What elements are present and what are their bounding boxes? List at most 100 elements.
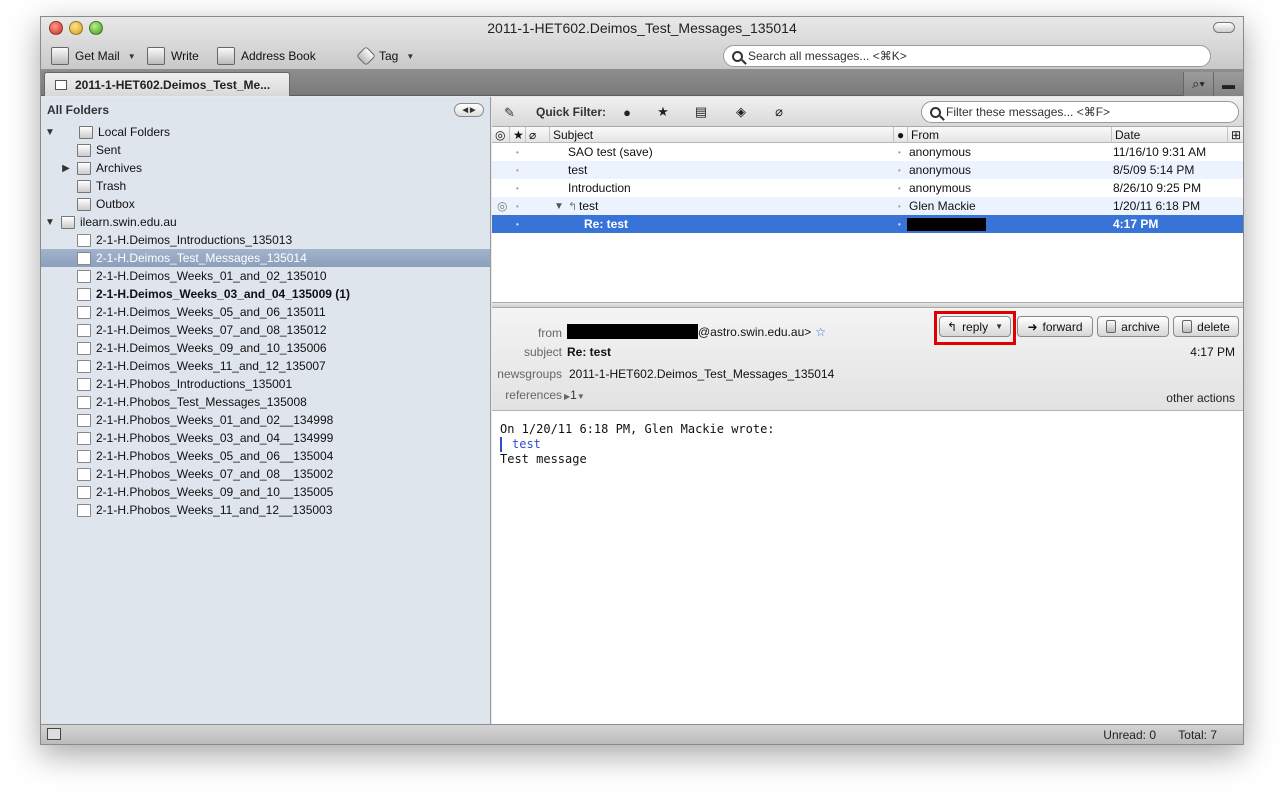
tab-search-icon[interactable]: ⌕▾ <box>1183 72 1213 96</box>
newsgroup-item[interactable]: 2-1-H.Phobos_Weeks_05_and_06__135004 <box>41 447 490 465</box>
filter-attachment-icon[interactable]: ⌀ <box>770 103 788 121</box>
attachment-column-icon[interactable]: ⌀ <box>526 127 550 143</box>
read-toggle-icon[interactable]: • <box>898 215 901 233</box>
star-contact-icon[interactable]: ☆ <box>815 325 826 339</box>
message-sender: anonymous <box>909 181 972 195</box>
tag-label: Tag <box>379 49 399 63</box>
folder-label: 2-1-H.Phobos_Weeks_01_and_02__134998 <box>96 413 334 427</box>
folder-outbox[interactable]: Outbox <box>41 195 490 213</box>
read-column-icon[interactable]: ● <box>894 127 908 143</box>
get-mail-dropdown-icon[interactable]: ▼ <box>128 52 136 61</box>
thread-column-icon[interactable]: ◎ <box>492 127 510 143</box>
write-button[interactable]: Write <box>147 45 199 67</box>
star-toggle-icon[interactable]: • <box>516 143 519 161</box>
filter-contact-icon[interactable]: ▤ <box>692 103 710 121</box>
folder-newsgroup-server[interactable]: ▼ ilearn.swin.edu.au <box>41 213 490 231</box>
other-actions-button[interactable]: other actions <box>1166 391 1235 405</box>
star-column-icon[interactable]: ★ <box>510 127 526 143</box>
message-row[interactable]: • SAO test (save) • anonymous 11/16/10 9… <box>492 143 1243 161</box>
references-toggle[interactable]: ▶1▼ <box>564 388 585 402</box>
folder-local-folders[interactable]: ▼ Local Folders <box>41 123 490 141</box>
archive-button[interactable]: archive <box>1097 316 1169 337</box>
disclosure-closed-icon[interactable]: ▶ <box>61 163 71 174</box>
message-sender: anonymous <box>909 145 972 159</box>
thread-twisty-icon[interactable]: ▼ <box>554 197 564 215</box>
from-column-header[interactable]: From <box>908 127 1112 143</box>
newsgroup-item[interactable]: 2-1-H.Deimos_Introductions_135013 <box>41 231 490 249</box>
from-field[interactable]: @astro.swin.edu.au> ☆ <box>567 324 826 339</box>
newsgroup-item[interactable]: 2-1-H.Phobos_Weeks_07_and_08__135002 <box>41 465 490 483</box>
quick-filter-label: Quick Filter: <box>536 105 607 119</box>
get-mail-button[interactable]: Get Mail ▼ <box>51 45 136 67</box>
global-search-placeholder: Search all messages... <⌘K> <box>748 49 907 63</box>
references-dropdown-icon[interactable]: ▼ <box>577 392 585 401</box>
star-toggle-icon[interactable]: • <box>516 161 519 179</box>
online-status-icon[interactable] <box>47 728 61 740</box>
newsgroup-item[interactable]: 2-1-H.Deimos_Weeks_07_and_08_135012 <box>41 321 490 339</box>
read-toggle-icon[interactable]: • <box>898 161 901 179</box>
pin-icon[interactable]: ✎ <box>504 105 515 121</box>
total-count: Total: 7 <box>1178 728 1217 742</box>
body-text: Test message <box>500 452 587 466</box>
filter-messages-input[interactable]: Filter these messages... <⌘F> <box>921 101 1239 123</box>
folder-trash[interactable]: Trash <box>41 177 490 195</box>
toolbar-toggle-button[interactable] <box>1213 22 1235 33</box>
newsgroup-icon <box>77 359 91 373</box>
tab-label: 2011-1-HET602.Deimos_Test_Me... <box>75 77 271 92</box>
star-toggle-icon[interactable]: • <box>516 215 519 233</box>
star-toggle-icon[interactable]: • <box>516 197 519 215</box>
folder-tab-icon <box>55 79 67 90</box>
message-row-selected[interactable]: • Re: test • 4:17 PM <box>492 215 1243 233</box>
tab-list-icon[interactable]: ▬ <box>1213 72 1243 96</box>
subject-column-header[interactable]: Subject <box>550 127 894 143</box>
from-label: from <box>538 326 562 340</box>
newsgroup-icon <box>77 287 91 301</box>
newsgroup-item[interactable]: 2-1-H.Phobos_Weeks_11_and_12__135003 <box>41 501 490 519</box>
folder-view-toggle[interactable]: ◀ ▶ <box>454 103 484 117</box>
disclosure-open-icon[interactable]: ▼ <box>45 127 55 138</box>
message-row[interactable]: • test • anonymous 8/5/09 5:14 PM <box>492 161 1243 179</box>
tab-folder[interactable]: 2011-1-HET602.Deimos_Test_Me... <box>44 72 290 96</box>
delete-button[interactable]: delete <box>1173 316 1239 337</box>
read-toggle-icon[interactable]: • <box>898 143 901 161</box>
newsgroup-item[interactable]: 2-1-H.Deimos_Weeks_11_and_12_135007 <box>41 357 490 375</box>
filter-starred-icon[interactable]: ★ <box>654 103 672 121</box>
references-label: references <box>505 388 562 402</box>
get-mail-icon <box>51 47 69 65</box>
disclosure-open-icon[interactable]: ▼ <box>45 217 55 228</box>
newsgroup-item[interactable]: 2-1-H.Phobos_Weeks_01_and_02__134998 <box>41 411 490 429</box>
newsgroup-item[interactable]: 2-1-H.Phobos_Weeks_03_and_04__134999 <box>41 429 490 447</box>
message-sender: Glen Mackie <box>909 199 976 213</box>
quick-filter-bar: ✎ Quick Filter: ● ★ ▤ ◈ ⌀ Filter these m… <box>492 97 1243 127</box>
address-book-button[interactable]: Address Book <box>217 45 316 67</box>
filter-unread-icon[interactable]: ● <box>618 103 636 121</box>
newsgroup-item-unread[interactable]: 2-1-H.Deimos_Weeks_03_and_04_135009 (1) <box>41 285 490 303</box>
global-search-input[interactable]: Search all messages... <⌘K> <box>723 45 1211 67</box>
column-picker-icon[interactable]: ⊞ <box>1228 127 1243 143</box>
newsgroup-item[interactable]: 2-1-H.Phobos_Test_Messages_135008 <box>41 393 490 411</box>
newsgroup-item-selected[interactable]: 2-1-H.Deimos_Test_Messages_135014 <box>41 249 490 267</box>
folder-label: 2-1-H.Deimos_Introductions_135013 <box>96 233 293 247</box>
search-icon <box>732 50 743 62</box>
message-row-thread[interactable]: ◎ • ▼ ↰ test • Glen Mackie 1/20/11 6:18 … <box>492 197 1243 215</box>
newsgroup-item[interactable]: 2-1-H.Phobos_Introductions_135001 <box>41 375 490 393</box>
folder-sent[interactable]: Sent <box>41 141 490 159</box>
tag-button[interactable]: Tag ▼ <box>356 45 414 67</box>
newsgroup-item[interactable]: 2-1-H.Deimos_Weeks_05_and_06_135011 <box>41 303 490 321</box>
titlebar: 2011-1-HET602.Deimos_Test_Messages_13501… <box>41 17 1243 69</box>
newsgroup-item[interactable]: 2-1-H.Phobos_Weeks_09_and_10__135005 <box>41 483 490 501</box>
newsgroup-item[interactable]: 2-1-H.Deimos_Weeks_09_and_10_135006 <box>41 339 490 357</box>
thread-icon[interactable]: ◎ <box>497 197 507 215</box>
forward-button[interactable]: ➜ forward <box>1017 316 1093 337</box>
folder-label: Archives <box>96 161 143 175</box>
read-toggle-icon[interactable]: • <box>898 179 901 197</box>
filter-tag-icon[interactable]: ◈ <box>732 103 750 121</box>
read-toggle-icon[interactable]: • <box>898 197 901 215</box>
tab-bar-controls: ⌕▾ ▬ <box>1183 72 1243 96</box>
forward-icon: ➜ <box>1027 319 1038 334</box>
date-column-header[interactable]: Date <box>1112 127 1228 143</box>
message-row[interactable]: • Introduction • anonymous 8/26/10 9:25 … <box>492 179 1243 197</box>
newsgroup-item[interactable]: 2-1-H.Deimos_Weeks_01_and_02_135010 <box>41 267 490 285</box>
star-toggle-icon[interactable]: • <box>516 179 519 197</box>
folder-archives[interactable]: ▶ Archives <box>41 159 490 177</box>
